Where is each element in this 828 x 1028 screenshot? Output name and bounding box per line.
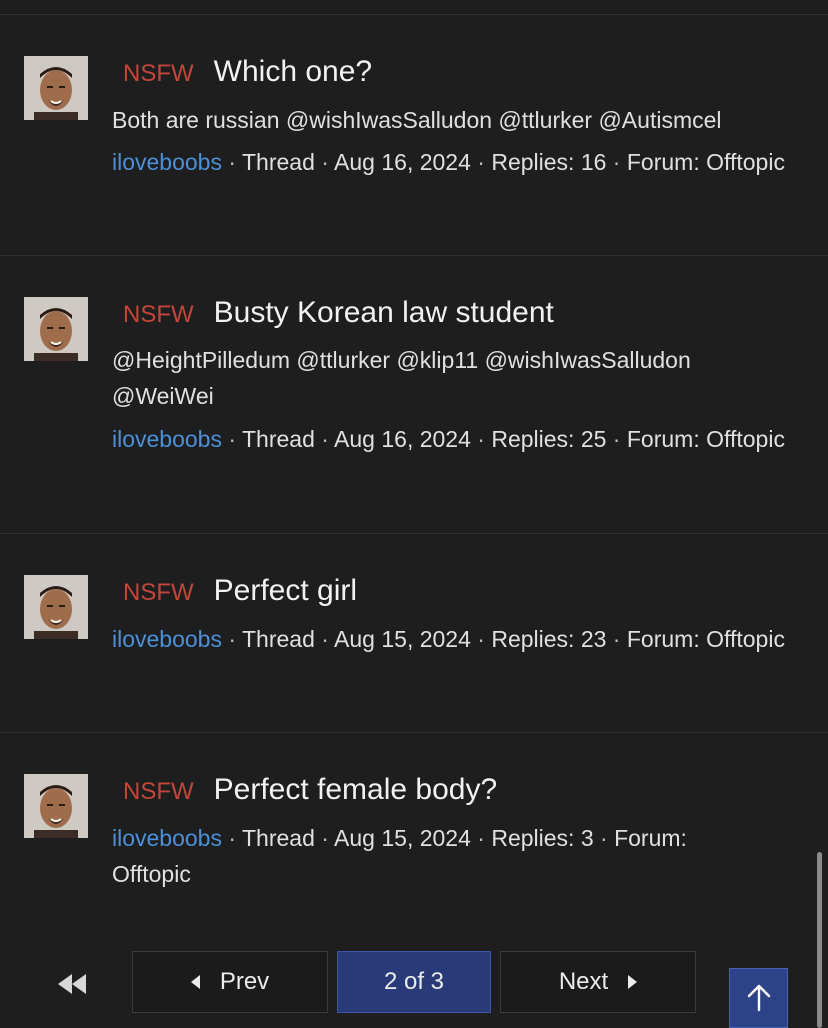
thread-type: Thread [242, 149, 315, 175]
double-chevron-left-icon [58, 974, 86, 994]
separator: · [221, 149, 242, 175]
nsfw-badge: NSFW [123, 778, 194, 805]
separator: · [314, 149, 335, 175]
next-label: Next [558, 968, 609, 995]
thread-forum: Forum: Offtopic [626, 626, 785, 652]
thread-title[interactable]: Perfect girl [214, 574, 357, 608]
thread-title[interactable]: Which one? [214, 55, 372, 89]
thread-date: Aug 16, 2024 [334, 149, 471, 175]
author-link[interactable]: iloveboobs [112, 149, 222, 175]
thread-meta: iloveboobs · Thread · Aug 16, 2024 · Rep… [112, 421, 788, 457]
thread-title[interactable]: Busty Korean law student [214, 296, 554, 330]
separator: · [470, 426, 492, 452]
list-item[interactable]: NSFW Perfect girl iloveboobs · Thread · … [0, 534, 828, 733]
thread-forum: Forum: Offtopic [626, 426, 785, 452]
nsfw-badge: NSFW [123, 301, 194, 328]
thread-replies: Replies: 16 [491, 149, 607, 175]
current-page-indicator[interactable]: 2 of 3 [337, 951, 491, 1013]
nsfw-badge: NSFW [123, 579, 194, 606]
list-item[interactable]: NSFW Busty Korean law student @HeightPil… [0, 256, 828, 534]
caret-right-icon [628, 975, 638, 989]
avatar-image [24, 774, 88, 838]
prev-label: Prev [219, 968, 270, 995]
separator: · [314, 825, 335, 851]
thread-replies: Replies: 23 [491, 626, 607, 652]
thread-type: Thread [242, 426, 315, 452]
avatar[interactable] [24, 774, 88, 838]
thread-date: Aug 15, 2024 [334, 825, 471, 851]
first-page-button[interactable] [52, 970, 92, 998]
thread-date: Aug 16, 2024 [334, 426, 471, 452]
current-page-label: 2 of 3 [383, 968, 445, 995]
thread-meta: iloveboobs · Thread · Aug 15, 2024 · Rep… [112, 621, 788, 657]
separator: · [314, 626, 335, 652]
thread-list: NSFW Which one? Both are russian @wishIw… [0, 15, 828, 933]
caret-left-icon [190, 975, 200, 989]
separator: · [470, 825, 492, 851]
avatar[interactable] [24, 575, 88, 639]
avatar-image [24, 56, 88, 120]
avatar-image [24, 297, 88, 361]
separator: · [221, 825, 242, 851]
thread-snippet: Both are russian @wishIwasSalludon @ttlu… [112, 107, 722, 133]
arrow-up-icon [747, 984, 770, 1012]
thread-title[interactable]: Perfect female body? [214, 773, 498, 807]
author-link[interactable]: iloveboobs [112, 426, 222, 452]
thread-snippet: @HeightPilledum @ttlurker @klip11 @wishI… [112, 347, 691, 409]
thread-replies: Replies: 3 [491, 825, 594, 851]
thread-forum: Forum: Offtopic [626, 149, 785, 175]
separator: · [606, 149, 627, 175]
avatar-image [24, 575, 88, 639]
scroll-to-top-button[interactable] [729, 968, 788, 1028]
list-item[interactable]: NSFW Which one? Both are russian @wishIw… [0, 15, 828, 256]
list-item[interactable]: NSFW Perfect female body? iloveboobs · T… [0, 733, 828, 933]
separator: · [606, 426, 627, 452]
separator: · [221, 426, 242, 452]
next-page-button[interactable]: Next [500, 951, 696, 1013]
prev-page-button[interactable]: Prev [132, 951, 328, 1013]
thread-meta: iloveboobs · Thread · Aug 15, 2024 · Rep… [112, 820, 768, 892]
separator: · [221, 626, 242, 652]
thread-replies: Replies: 25 [491, 426, 607, 452]
separator: · [470, 149, 492, 175]
separator: · [470, 626, 492, 652]
avatar[interactable] [24, 297, 88, 361]
thread-meta: iloveboobs · Thread · Aug 16, 2024 · Rep… [112, 144, 788, 180]
separator: · [606, 626, 627, 652]
nsfw-badge: NSFW [123, 60, 194, 87]
avatar[interactable] [24, 56, 88, 120]
thread-type: Thread [242, 825, 315, 851]
separator: · [593, 825, 615, 851]
thread-date: Aug 15, 2024 [334, 626, 471, 652]
scrollbar-thumb[interactable] [817, 852, 822, 1028]
author-link[interactable]: iloveboobs [112, 626, 222, 652]
author-link[interactable]: iloveboobs [112, 825, 222, 851]
separator: · [314, 426, 335, 452]
thread-type: Thread [242, 626, 315, 652]
